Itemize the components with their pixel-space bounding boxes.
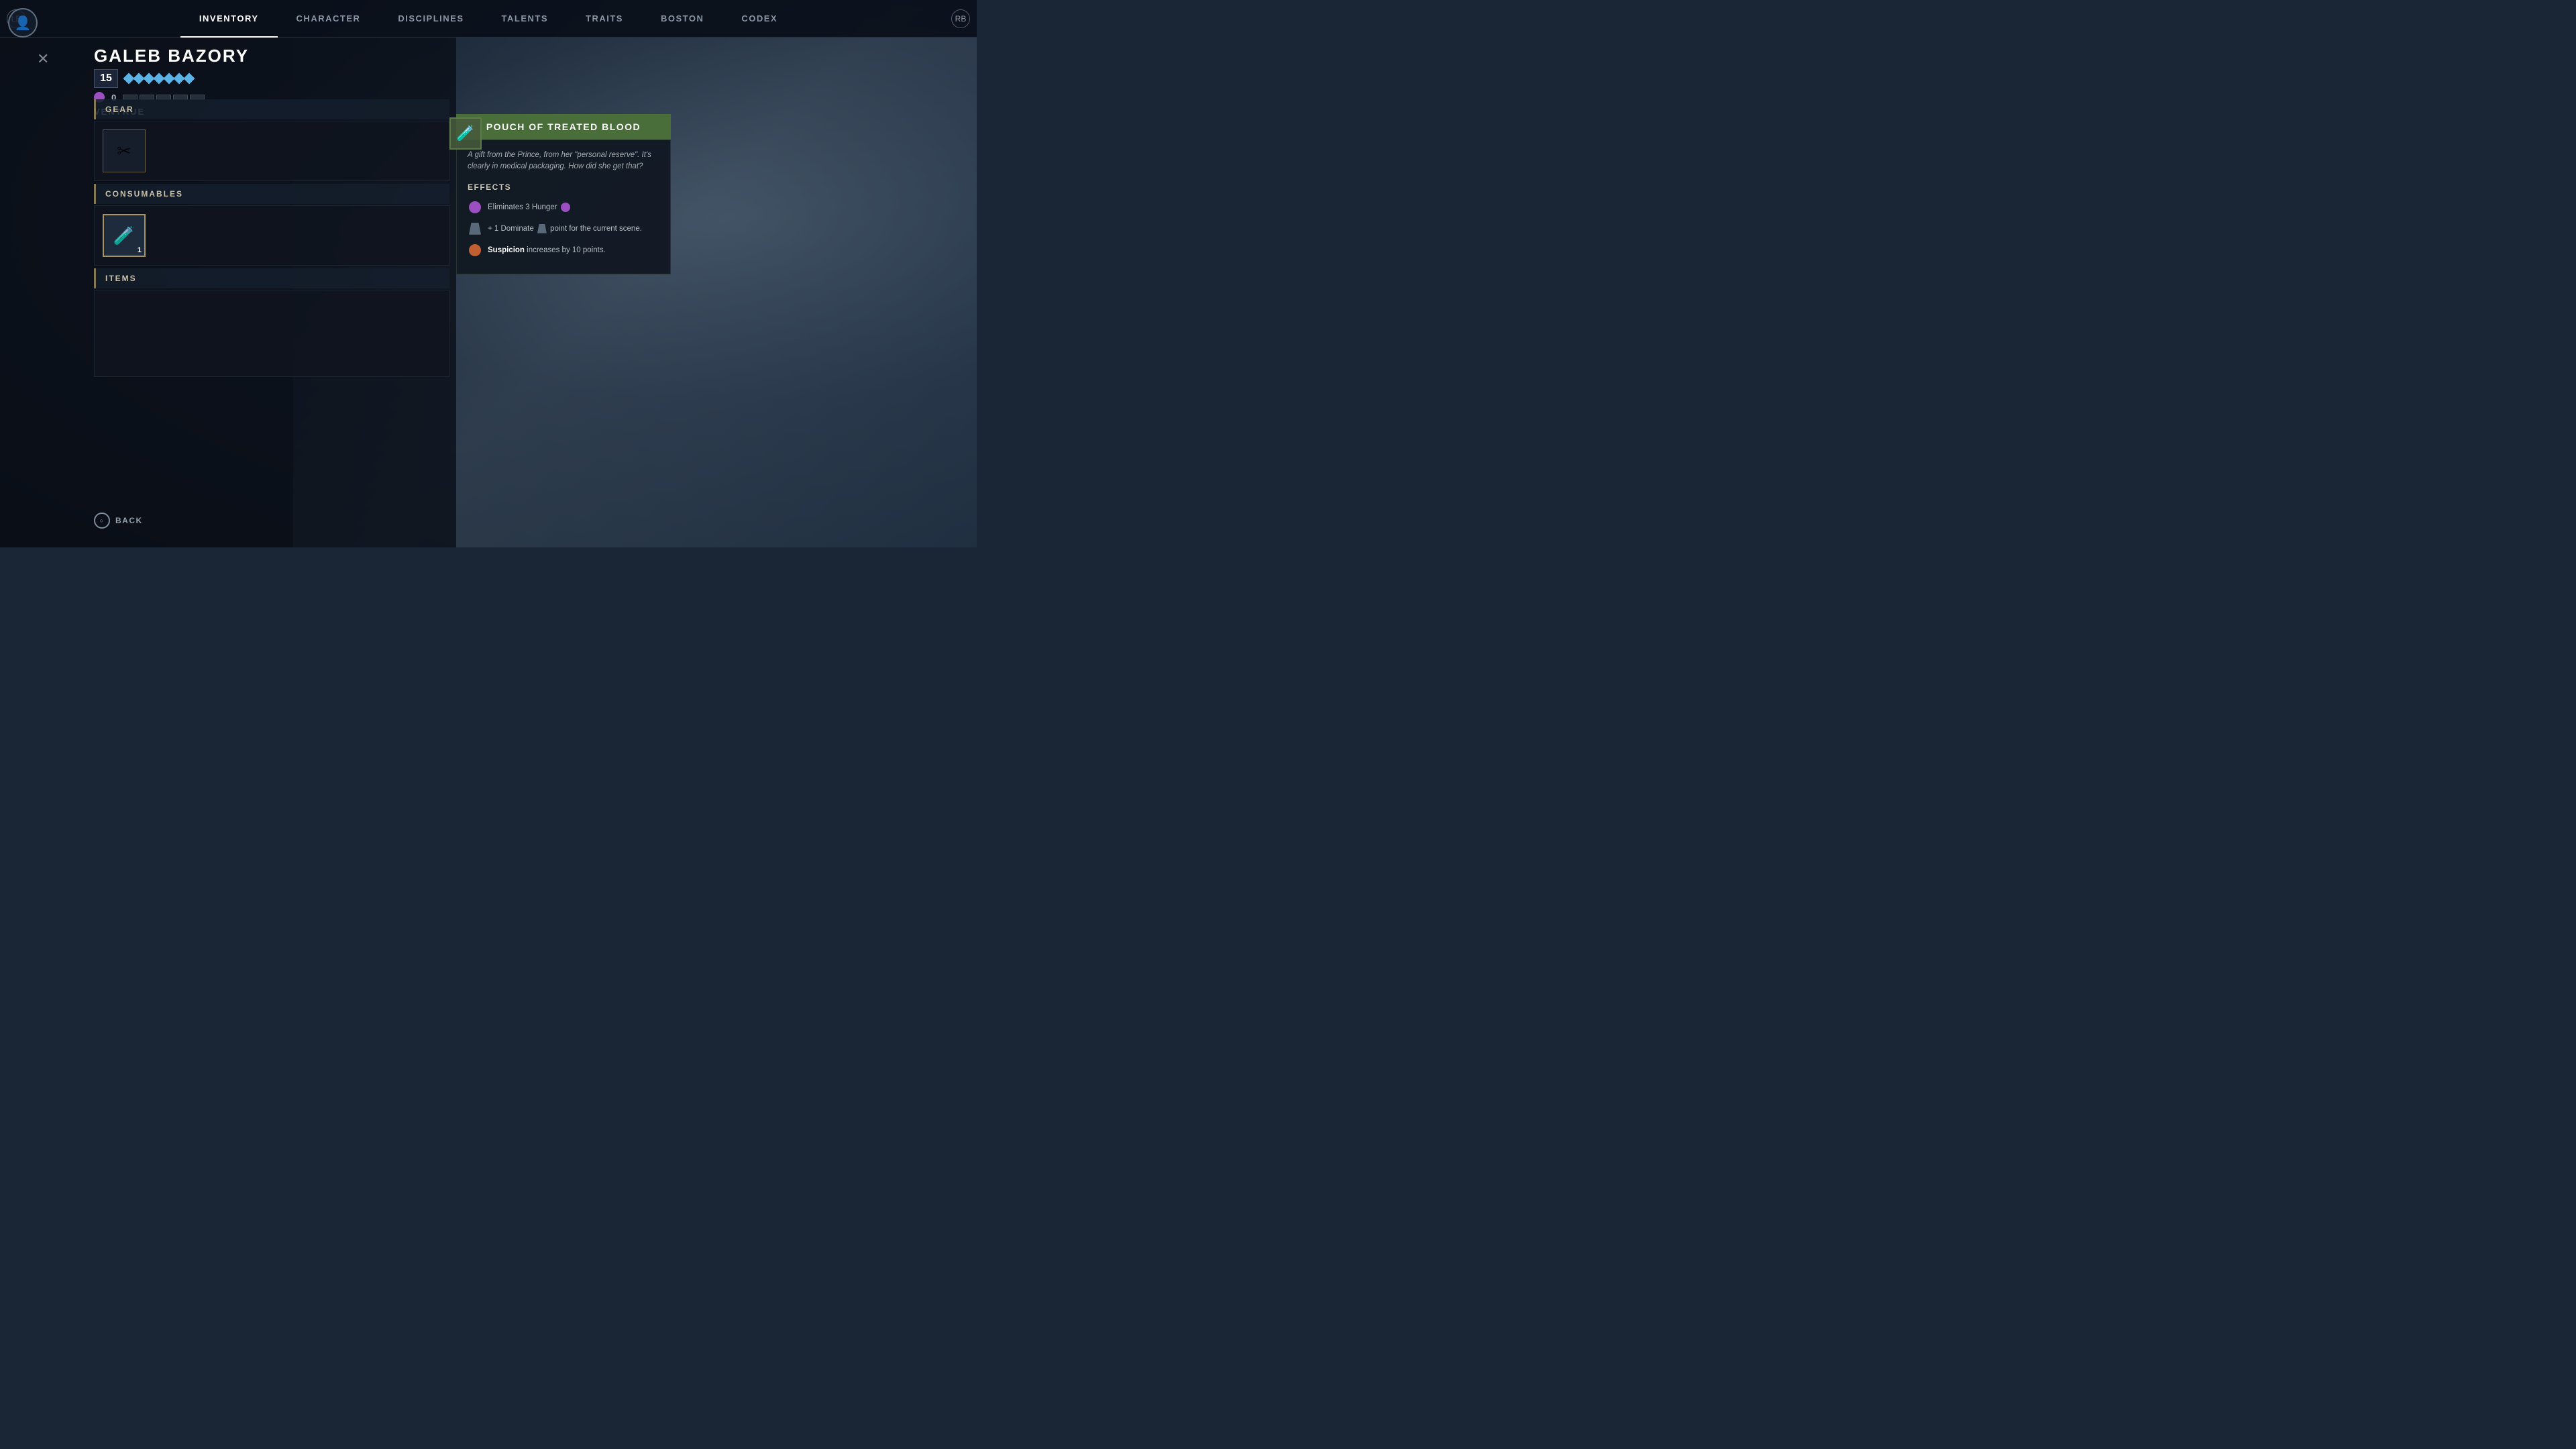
effect-dominate: + 1 Dominate point for the current scene… <box>468 221 659 236</box>
items-content <box>94 290 449 377</box>
effects-label: EFFECTS <box>468 182 659 192</box>
suspicion-dot-icon <box>469 244 481 256</box>
nav-item-inventory[interactable]: INVENTORY <box>180 0 278 38</box>
gear-header: GEAR <box>94 99 449 119</box>
gear-slot-1[interactable]: ✂ <box>103 129 146 172</box>
tooltip-body: A gift from the Prince, from her "person… <box>456 140 671 274</box>
gear-item-icon: ✂ <box>117 141 131 162</box>
nav-item-disciplines[interactable]: DISCIPLINES <box>379 0 482 38</box>
sections-container: GEAR ✂ CONSUMABLES 🧪 1 ITEMS <box>94 99 449 380</box>
effect-suspicion: Suspicion increases by 10 points. <box>468 243 659 258</box>
right-bumper-icon: RB <box>955 14 967 23</box>
hunger-effect-text: Eliminates 3 Hunger <box>488 202 570 213</box>
nav-item-codex[interactable]: CODEX <box>722 0 796 38</box>
tooltip-item-icon: 🧪 <box>449 117 482 150</box>
dominate-effect-icon <box>468 221 482 236</box>
pip-7 <box>184 73 195 85</box>
character-name: GALEB BAZORY <box>94 46 249 66</box>
hunger-dot-icon <box>469 201 481 213</box>
hunger-effect-icon <box>468 200 482 215</box>
back-circle-icon: ○ <box>94 513 110 529</box>
suspicion-effect-icon <box>468 243 482 258</box>
effect-hunger: Eliminates 3 Hunger <box>468 200 659 215</box>
character-level-row: 15 <box>94 69 249 88</box>
dominate-shape-icon <box>469 223 481 235</box>
character-level: 15 <box>94 69 118 88</box>
nav-item-talents[interactable]: TALENTS <box>483 0 567 38</box>
nav-item-traits[interactable]: TRAITS <box>567 0 642 38</box>
consumables-header: CONSUMABLES <box>94 184 449 204</box>
nav-item-character[interactable]: CHARACTER <box>278 0 380 38</box>
back-button[interactable]: ○ BACK <box>94 513 143 529</box>
tooltip-panel: 🧪 POUCH OF TREATED BLOOD A gift from the… <box>456 114 671 274</box>
items-header: ITEMS <box>94 268 449 288</box>
circle-btn-icon: ○ <box>100 517 105 524</box>
consumable-item-icon: 🧪 <box>113 225 135 246</box>
profile-button[interactable]: 👤 <box>8 8 38 38</box>
tooltip-description: A gift from the Prince, from her "person… <box>468 150 659 173</box>
hunger-inline-icon <box>561 203 570 212</box>
items-section: ITEMS <box>94 268 449 377</box>
consumable-slot-1[interactable]: 🧪 1 <box>103 214 146 257</box>
dominate-inline-icon <box>537 224 547 233</box>
tooltip-header: POUCH OF TREATED BLOOD <box>456 114 671 140</box>
tooltip-header-wrap: 🧪 POUCH OF TREATED BLOOD <box>456 114 671 140</box>
close-icon: ✕ <box>37 50 49 67</box>
consumables-content: 🧪 1 <box>94 205 449 266</box>
gear-section: GEAR ✂ <box>94 99 449 181</box>
suspicion-label: Suspicion <box>488 246 525 254</box>
nav-item-boston[interactable]: BOSTON <box>642 0 722 38</box>
consumable-count: 1 <box>138 246 142 254</box>
consumables-section: CONSUMABLES 🧪 1 <box>94 184 449 266</box>
gear-content: ✂ <box>94 121 449 181</box>
close-button[interactable]: ✕ <box>37 50 49 68</box>
dominate-effect-text: + 1 Dominate point for the current scene… <box>488 223 642 234</box>
level-pips <box>125 74 193 83</box>
nav-items: INVENTORY CHARACTER DISCIPLINES TALENTS … <box>27 0 950 38</box>
tooltip-title: POUCH OF TREATED BLOOD <box>467 121 660 133</box>
nav-right-button[interactable]: RB <box>951 9 970 28</box>
profile-icon: 👤 <box>15 15 32 32</box>
nav-bar: 👤 LB INVENTORY CHARACTER DISCIPLINES TAL… <box>0 0 977 38</box>
back-label: BACK <box>115 516 143 525</box>
suspicion-effect-text: Suspicion increases by 10 points. <box>488 245 606 256</box>
